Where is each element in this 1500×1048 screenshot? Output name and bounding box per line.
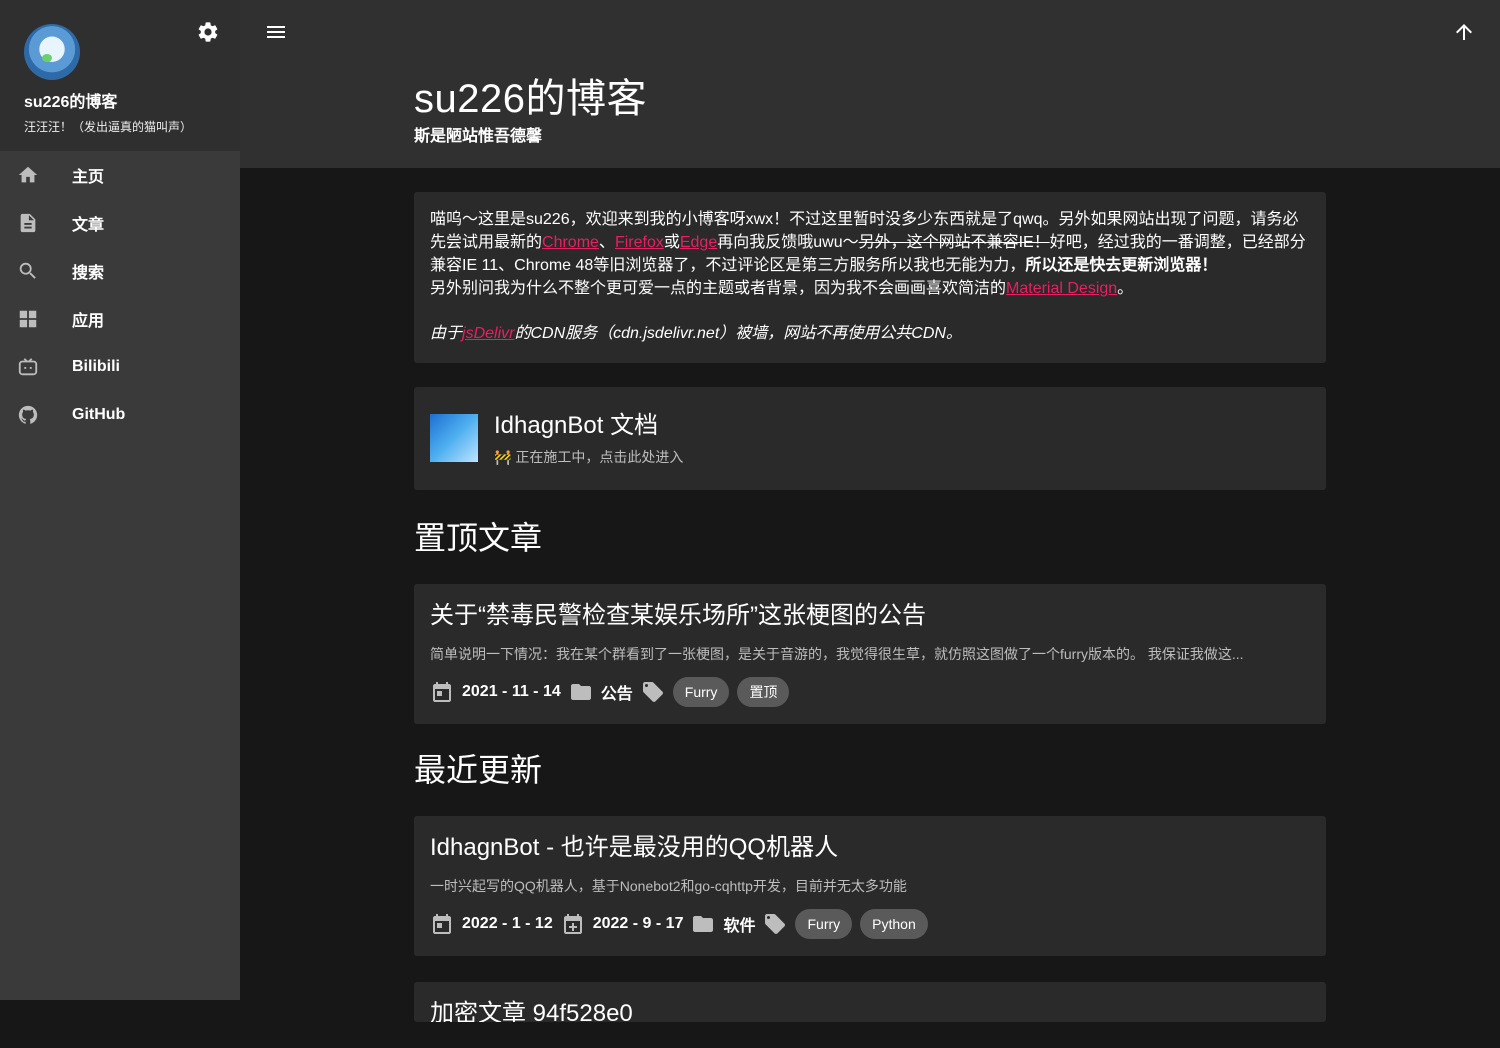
notice-card: 喵呜～这里是su226，欢迎来到我的小博客呀xwx！不过这里暂时没多少东西就是了…	[414, 192, 1326, 363]
sidebar-item-label: 应用	[72, 313, 105, 330]
sidebar-item-github[interactable]: GitHub	[0, 391, 240, 439]
post-title[interactable]: IdhagnBot - 也许是最没用的QQ机器人	[430, 832, 1310, 864]
post-card[interactable]: 关于“禁毒民警检查某娱乐场所”这张梗图的公告 简单说明一下情况：我在某个群看到了…	[414, 584, 1326, 724]
sidebar-item-bilibili[interactable]: Bilibili	[0, 343, 240, 391]
tag-icon	[642, 682, 663, 702]
top-header: su226的博客 斯是陋站惟吾德馨	[240, 0, 1500, 168]
bot-thumbnail	[430, 414, 478, 462]
notice-text: 的CDN服务（cdn.jsdelivr.net）被墙，网站不再使用公共CDN。	[514, 325, 962, 342]
apps-icon	[16, 307, 40, 331]
sidebar-item-apps[interactable]: 应用	[0, 295, 240, 343]
tag-chip[interactable]: Python	[860, 909, 928, 939]
page-title: su226的博客	[414, 77, 647, 121]
tag-chip[interactable]: 置顶	[737, 677, 790, 707]
jsdelivr-link[interactable]: jsDelivr	[462, 325, 514, 342]
folder-icon	[570, 684, 591, 700]
post-category[interactable]: 公告	[601, 680, 633, 704]
main-content: 喵呜～这里是su226，欢迎来到我的小博客呀xwx！不过这里暂时没多少东西就是了…	[414, 192, 1326, 1048]
notice-cdn-note: 由于jsDelivr的CDN服务（cdn.jsdelivr.net）被墙，网站不…	[430, 322, 1310, 345]
notice-paragraph-1: 喵呜～这里是su226，欢迎来到我的小博客呀xwx！不过这里暂时没多少东西就是了…	[430, 208, 1310, 277]
firefox-link[interactable]: Firefox	[615, 234, 664, 251]
notice-text: 再向我反馈哦uwu～	[717, 234, 859, 251]
post-updated-date: 2022 - 9 - 17	[592, 915, 684, 932]
notice-text: 。	[1117, 280, 1134, 297]
post-meta: 2022 - 1 - 12 2022 - 9 - 17 软件 Furry Pyt…	[430, 908, 1310, 940]
material-design-link[interactable]: Material Design	[1006, 280, 1117, 297]
article-icon	[16, 211, 40, 235]
chrome-link[interactable]: Chrome	[542, 234, 599, 251]
sidebar-item-label: 文章	[72, 217, 105, 234]
calendar-plus-icon	[563, 914, 582, 934]
gear-icon[interactable]	[196, 20, 220, 44]
arrow-up-icon[interactable]	[1452, 20, 1476, 44]
tag-icon	[765, 914, 786, 934]
notice-text: 另外别问我为什么不整个更可爱一点的主题或者背景，因为我不会画画喜欢简洁的	[430, 280, 1007, 297]
sidebar-item-home[interactable]: 主页	[0, 151, 240, 199]
sidebar-header: su226的博客 汪汪汪！（发出逼真的猫叫声）	[0, 0, 240, 151]
post-date: 2021 - 11 - 14	[462, 683, 561, 700]
bilibili-icon	[16, 355, 40, 379]
post-category[interactable]: 软件	[723, 912, 755, 936]
sidebar-item-label: GitHub	[72, 406, 126, 423]
post-meta: 2021 - 11 - 14 公告 Furry 置顶	[430, 676, 1310, 708]
notice-text: 、	[598, 234, 615, 251]
sidebar-subtitle: 汪汪汪！（发出逼真的猫叫声）	[24, 120, 193, 134]
avatar[interactable]	[24, 24, 80, 80]
page-subtitle: 斯是陋站惟吾德馨	[414, 128, 543, 145]
tag-chip[interactable]: Furry	[795, 909, 853, 939]
sidebar-title: su226的博客	[24, 94, 118, 111]
sidebar-nav: 主页 文章 搜索 应用 Bilibili GitHub	[0, 151, 240, 439]
search-icon	[16, 259, 40, 283]
calendar-icon	[433, 914, 451, 934]
post-title[interactable]: 加密文章 94f528e0	[430, 998, 1310, 1022]
sidebar-item-label: 主页	[72, 169, 105, 186]
section-heading-pinned: 置顶文章	[414, 520, 543, 556]
post-date: 2022 - 1 - 12	[462, 915, 553, 932]
notice-bold: 所以还是快去更新浏览器！	[1025, 257, 1218, 274]
edge-link[interactable]: Edge	[680, 234, 717, 251]
post-card[interactable]: 加密文章 94f528e0	[414, 982, 1326, 1022]
folder-icon	[693, 916, 714, 932]
sidebar-item-search[interactable]: 搜索	[0, 247, 240, 295]
post-title[interactable]: 关于“禁毒民警检查某娱乐场所”这张梗图的公告	[430, 600, 1310, 632]
post-card[interactable]: IdhagnBot - 也许是最没用的QQ机器人 一时兴起写的QQ机器人，基于N…	[414, 816, 1326, 956]
sidebar-item-label: 搜索	[72, 265, 105, 282]
notice-text: 由于	[430, 325, 463, 342]
tag-chip[interactable]: Furry	[672, 677, 730, 707]
bot-card-title: IdhagnBot 文档	[494, 412, 659, 439]
home-icon	[16, 163, 40, 187]
notice-text: 或	[663, 234, 680, 251]
notice-paragraph-2: 另外别问我为什么不整个更可爱一点的主题或者背景，因为我不会画画喜欢简洁的Mate…	[430, 277, 1310, 300]
post-excerpt: 一时兴起写的QQ机器人，基于Nonebot2和go-cqhttp开发，目前并无太…	[430, 878, 907, 894]
sidebar-item-label: Bilibili	[72, 358, 120, 375]
sidebar-item-articles[interactable]: 文章	[0, 199, 240, 247]
post-excerpt: 简单说明一下情况：我在某个群看到了一张梗图，是关于音游的，我觉得很生草，就仿照这…	[430, 646, 1244, 662]
bot-card-subtitle: 🚧 正在施工中，点击此处进入	[494, 449, 684, 465]
menu-icon[interactable]	[264, 20, 288, 44]
github-icon	[16, 403, 40, 427]
calendar-icon	[433, 682, 451, 702]
sidebar: su226的博客 汪汪汪！（发出逼真的猫叫声） 主页 文章 搜索 应用 Bili…	[0, 0, 240, 1000]
section-heading-recent: 最近更新	[414, 752, 543, 788]
bot-docs-card[interactable]: IdhagnBot 文档 🚧 正在施工中，点击此处进入	[414, 387, 1326, 490]
notice-strikethrough: 另外，这个网站不兼容IE！	[858, 234, 1050, 251]
